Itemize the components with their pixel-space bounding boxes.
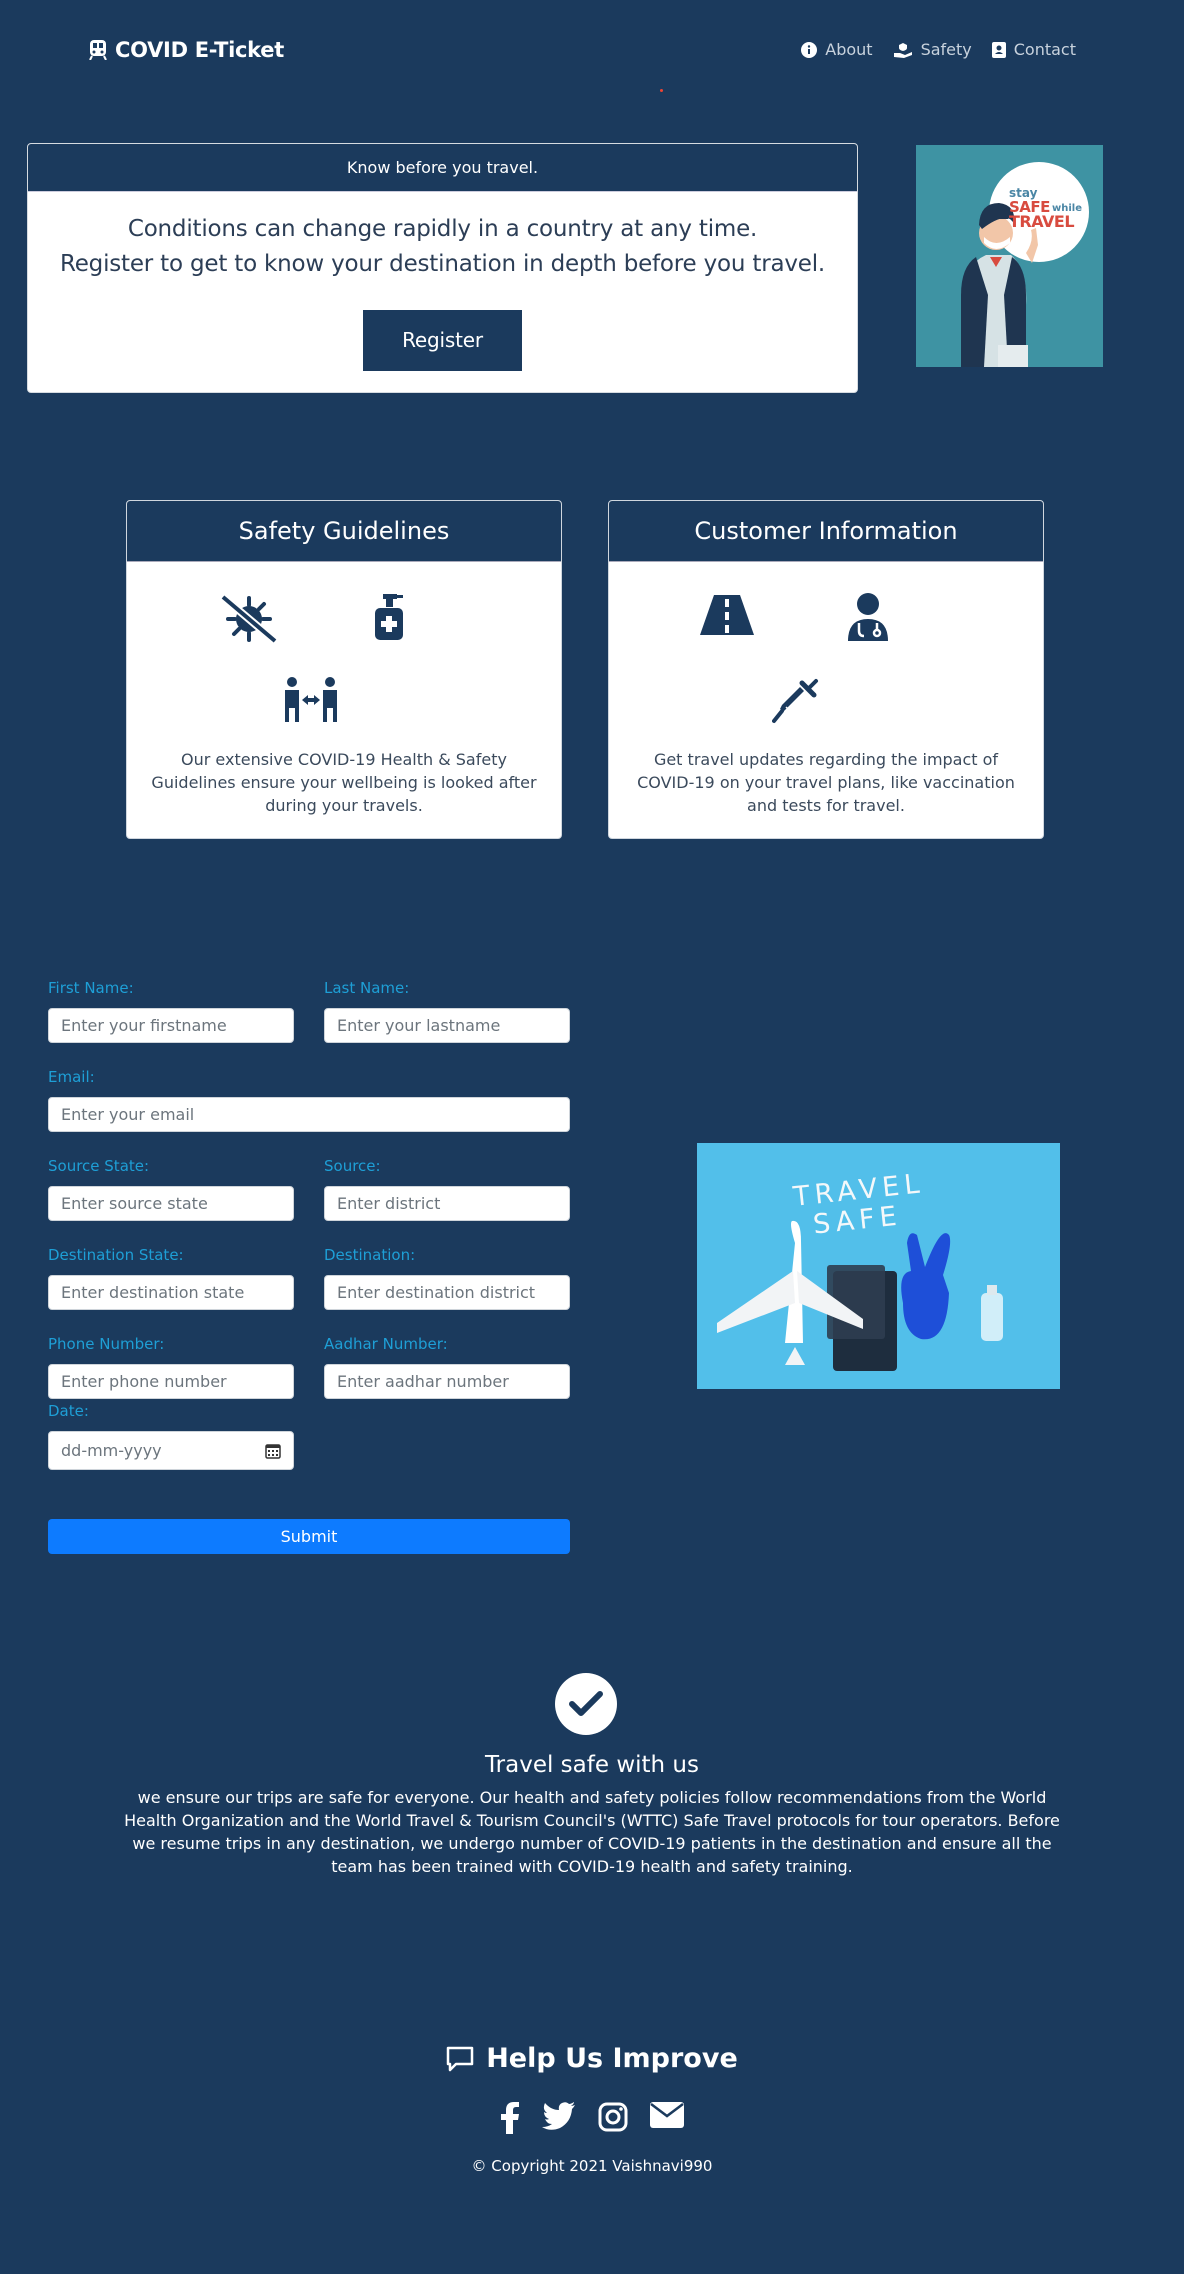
destination-state-input[interactable]: Enter destination state	[48, 1275, 294, 1310]
poster-travel-text: TRAVEL	[1009, 212, 1075, 231]
distancing-icon	[285, 677, 337, 722]
customer-card-title: Customer Information	[609, 501, 1043, 562]
nav-contact[interactable]: Contact	[991, 40, 1076, 59]
safety-card-text: Our extensive COVID-19 Health & Safety G…	[151, 750, 537, 815]
virus-slash-icon	[220, 593, 278, 645]
first-name-input[interactable]: Enter your firstname	[48, 1008, 294, 1043]
source-state-input[interactable]: Enter source state	[48, 1186, 294, 1221]
last-name-input[interactable]: Enter your lastname	[324, 1008, 570, 1043]
travel-safe-image: TRAVEL SAFE	[697, 1143, 1060, 1389]
date-input[interactable]: dd-mm-yyyy	[48, 1431, 294, 1470]
know-line-2: Register to get to know your destination…	[59, 251, 826, 277]
safety-guidelines-card: Safety Guidelines Our extensive COVID-19…	[126, 500, 562, 839]
email-label: Email:	[48, 1068, 95, 1086]
info-icon	[801, 41, 818, 58]
doctor-icon	[848, 593, 888, 641]
help-heading: Help Us Improve	[0, 2043, 1184, 2074]
aadhar-label: Aadhar Number:	[324, 1335, 448, 1353]
phone-input[interactable]: Enter phone number	[48, 1364, 294, 1399]
customer-information-card: Customer Information Get travel updates …	[608, 500, 1044, 839]
nav-safety[interactable]: Safety	[893, 40, 972, 59]
stay-safe-illustration	[916, 145, 1103, 367]
check-icon	[569, 1691, 603, 1716]
customer-card-text: Get travel updates regarding the impact …	[637, 750, 1015, 815]
phone-label: Phone Number:	[48, 1335, 165, 1353]
check-circle	[555, 1673, 617, 1735]
brand-name: COVID E-Ticket	[115, 38, 284, 62]
travel-safe-title: Travel safe with us	[485, 1752, 699, 1778]
nav-about[interactable]: About	[801, 40, 873, 59]
source-state-label: Source State:	[48, 1157, 150, 1175]
contact-card-icon	[991, 41, 1006, 58]
calendar-icon[interactable]	[265, 1443, 281, 1459]
comment-icon	[446, 2046, 474, 2071]
register-button[interactable]: Register	[363, 310, 522, 371]
safety-card-title: Safety Guidelines	[127, 501, 561, 562]
top-nav: About Safety Contact	[801, 40, 1076, 59]
know-card: Know before you travel. Conditions can c…	[27, 143, 858, 393]
travel-safe-text: we ensure our trips are safe for everyon…	[124, 1788, 1060, 1876]
road-icon	[700, 595, 754, 635]
aadhar-input[interactable]: Enter aadhar number	[324, 1364, 570, 1399]
twitter-icon[interactable]	[542, 2102, 576, 2130]
brand[interactable]: COVID E-Ticket	[89, 38, 284, 62]
decorative-dot	[660, 89, 663, 92]
nav-contact-label: Contact	[1013, 40, 1076, 59]
date-label: Date:	[48, 1402, 89, 1420]
instagram-icon[interactable]	[598, 2102, 628, 2132]
nav-safety-label: Safety	[920, 40, 972, 59]
source-label: Source:	[324, 1157, 381, 1175]
train-icon	[89, 40, 107, 60]
last-name-label: Last Name:	[324, 979, 410, 997]
submit-button[interactable]: Submit	[48, 1519, 570, 1554]
help-title: Help Us Improve	[486, 2043, 738, 2074]
nav-about-label: About	[825, 40, 873, 59]
know-line-1: Conditions can change rapidly in a count…	[127, 216, 758, 242]
email-input[interactable]: Enter your email	[48, 1097, 570, 1132]
social-links	[0, 2102, 1184, 2134]
source-district-input[interactable]: Enter district	[324, 1186, 570, 1221]
hand-sanitizer-icon	[375, 594, 403, 640]
envelope-icon[interactable]	[650, 2102, 684, 2128]
copyright: © Copyright 2021 Vaishnavi990	[471, 2157, 713, 2175]
destination-label: Destination:	[324, 1246, 416, 1264]
know-card-header: Know before you travel.	[28, 144, 857, 192]
stay-safe-poster: stay SAFE while TRAVEL	[916, 145, 1103, 367]
syringe-icon	[772, 679, 818, 723]
date-placeholder: dd-mm-yyyy	[61, 1441, 162, 1460]
destination-state-label: Destination State:	[48, 1246, 184, 1264]
first-name-label: First Name:	[48, 979, 134, 997]
destination-district-input[interactable]: Enter destination district	[324, 1275, 570, 1310]
facebook-icon[interactable]	[500, 2102, 520, 2134]
safety-hand-icon	[893, 42, 912, 58]
